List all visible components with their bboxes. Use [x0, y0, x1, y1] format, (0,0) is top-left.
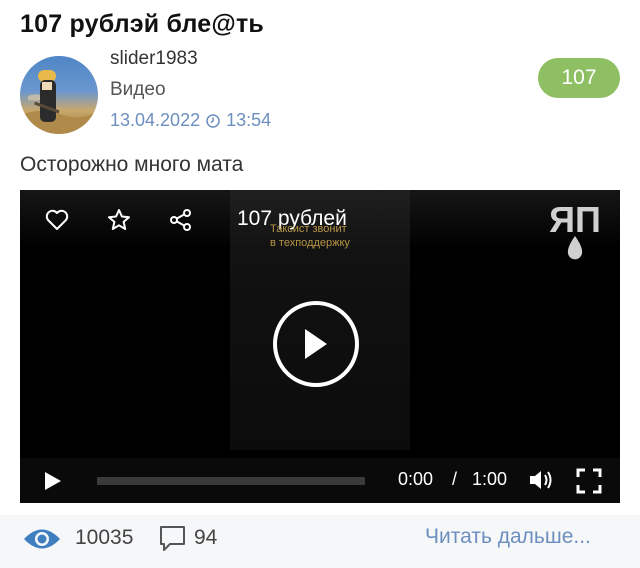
comments-count[interactable]: 94	[194, 526, 217, 550]
fullscreen-icon[interactable]	[576, 468, 602, 494]
video-overlay-caption: Таксист звонит в техподдержку	[270, 222, 350, 250]
author-link[interactable]: slider1983	[110, 48, 198, 70]
player-controls: 0:00 / 1:00	[20, 458, 620, 503]
play-icon[interactable]	[44, 471, 62, 491]
progress-bar[interactable]	[97, 477, 365, 485]
post-meta: 13.04.2022 13:54	[110, 110, 271, 131]
video-player[interactable]: 107 рублей Таксист звонит в техподдержку…	[20, 190, 620, 503]
post-time: 13:54	[226, 110, 272, 130]
heart-icon[interactable]	[44, 207, 70, 233]
comment-icon[interactable]	[158, 524, 188, 554]
post-category[interactable]: Видео	[110, 79, 166, 101]
clock-icon	[206, 113, 220, 128]
overlay-line: в техподдержку	[270, 237, 350, 249]
volume-icon[interactable]	[528, 468, 556, 492]
time-separator: /	[452, 469, 458, 489]
post-footer: 10035 94 Читать дальше...	[0, 515, 640, 568]
eye-icon	[24, 529, 60, 549]
avatar[interactable]	[20, 56, 98, 134]
logo-text: ЯП	[549, 202, 601, 240]
current-time: 0:00	[398, 469, 434, 489]
overlay-line: Таксист звонит	[270, 223, 347, 235]
yaplakal-logo: ЯП	[549, 202, 601, 260]
star-icon[interactable]	[106, 207, 132, 233]
post-title[interactable]: 107 рублэй бле@ть	[20, 10, 264, 39]
avatar-image	[20, 70, 98, 134]
rating-badge[interactable]: 107	[538, 58, 620, 98]
big-play-button[interactable]	[273, 301, 359, 387]
views-count: 10035	[75, 526, 134, 549]
share-icon[interactable]	[168, 207, 194, 233]
duration: 1:00	[472, 469, 508, 489]
post-date: 13.04.2022	[110, 110, 201, 130]
read-more-link[interactable]: Читать дальше...	[425, 525, 591, 549]
post-description: Осторожно много мата	[20, 153, 244, 176]
play-icon	[305, 329, 327, 359]
